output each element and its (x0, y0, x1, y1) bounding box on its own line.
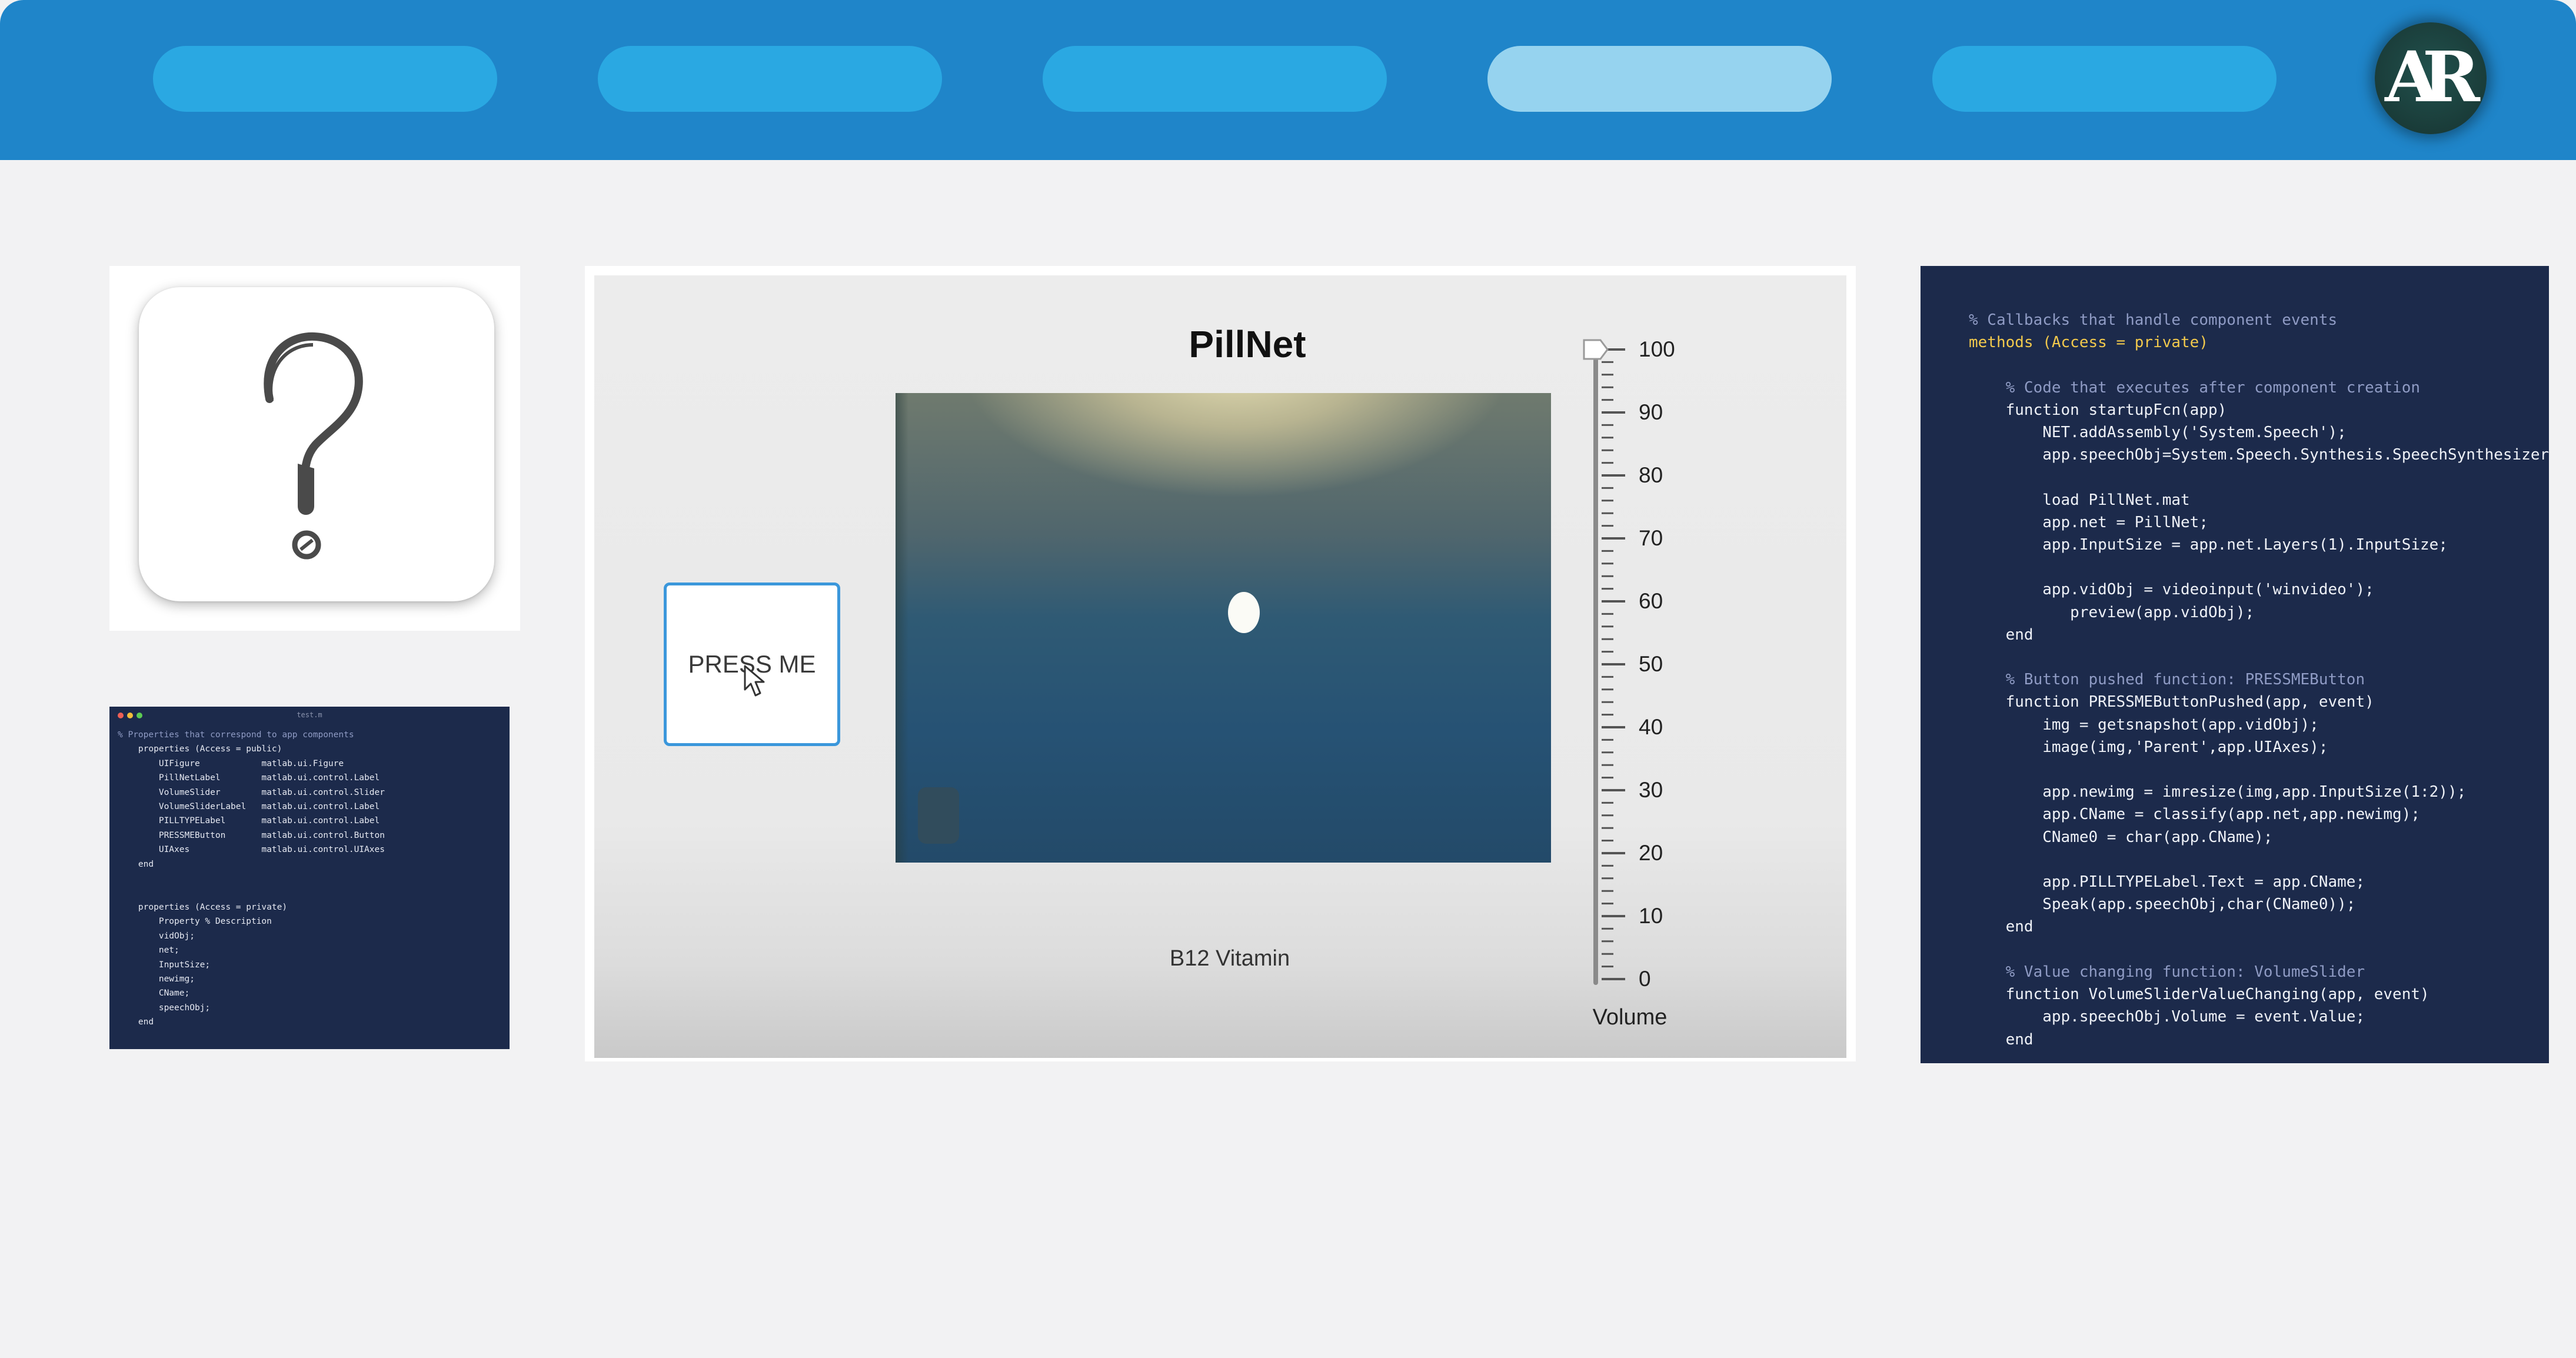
nav-pill-4-active[interactable] (1487, 46, 1832, 112)
volume-tick-label: 30 (1639, 778, 1663, 802)
volume-tick-label: 50 (1639, 652, 1663, 676)
volume-slider-track (1593, 344, 1598, 985)
volume-slider-thumb[interactable] (1583, 339, 1609, 360)
help-card (109, 266, 520, 631)
nav-pill-2[interactable] (598, 46, 942, 112)
help-tile[interactable] (139, 287, 494, 601)
volume-label: Volume (1592, 1005, 1668, 1030)
nav-pill-3[interactable] (1043, 46, 1387, 112)
code-window-titlebar: test.m (109, 707, 510, 720)
logo-text: AR (2385, 35, 2480, 118)
nav-pill-1[interactable] (153, 46, 497, 112)
code-filename: test.m (297, 711, 322, 719)
volume-tick-label: 90 (1639, 400, 1663, 424)
small-code-text: % Properties that correspond to app comp… (118, 730, 385, 1027)
code-panel-large: % Callbacks that handle component events… (1921, 266, 2549, 1063)
nav-pill-5[interactable] (1932, 46, 2277, 112)
volume-slider-ticks (1602, 348, 1625, 980)
ar-logo[interactable]: AR (2375, 22, 2487, 134)
volume-tick-label: 20 (1639, 841, 1663, 865)
top-nav-bar: AR (0, 0, 2576, 160)
volume-tick-label: 100 (1639, 337, 1675, 361)
large-code-text: % Callbacks that handle component events… (1969, 311, 2549, 1049)
volume-tick-label: 80 (1639, 463, 1663, 487)
volume-tick-label: 60 (1639, 589, 1663, 613)
volume-tick-label: 40 (1639, 715, 1663, 739)
code-window-small: test.m % Properties that correspond to a… (109, 707, 510, 1049)
volume-tick-label: 10 (1639, 904, 1663, 928)
volume-tick-label: 70 (1639, 526, 1663, 550)
page: AR test.m % Properties that correspond t… (0, 0, 2576, 1358)
question-mark-icon (264, 332, 363, 560)
pillnet-app-window: PillNet PRESS ME B12 Vitamin 100 90 80 70 60… (594, 275, 1846, 1058)
volume-tick-label: 0 (1639, 967, 1651, 991)
app-frame: PillNet PRESS ME B12 Vitamin 100 90 80 70 60… (585, 266, 1856, 1061)
